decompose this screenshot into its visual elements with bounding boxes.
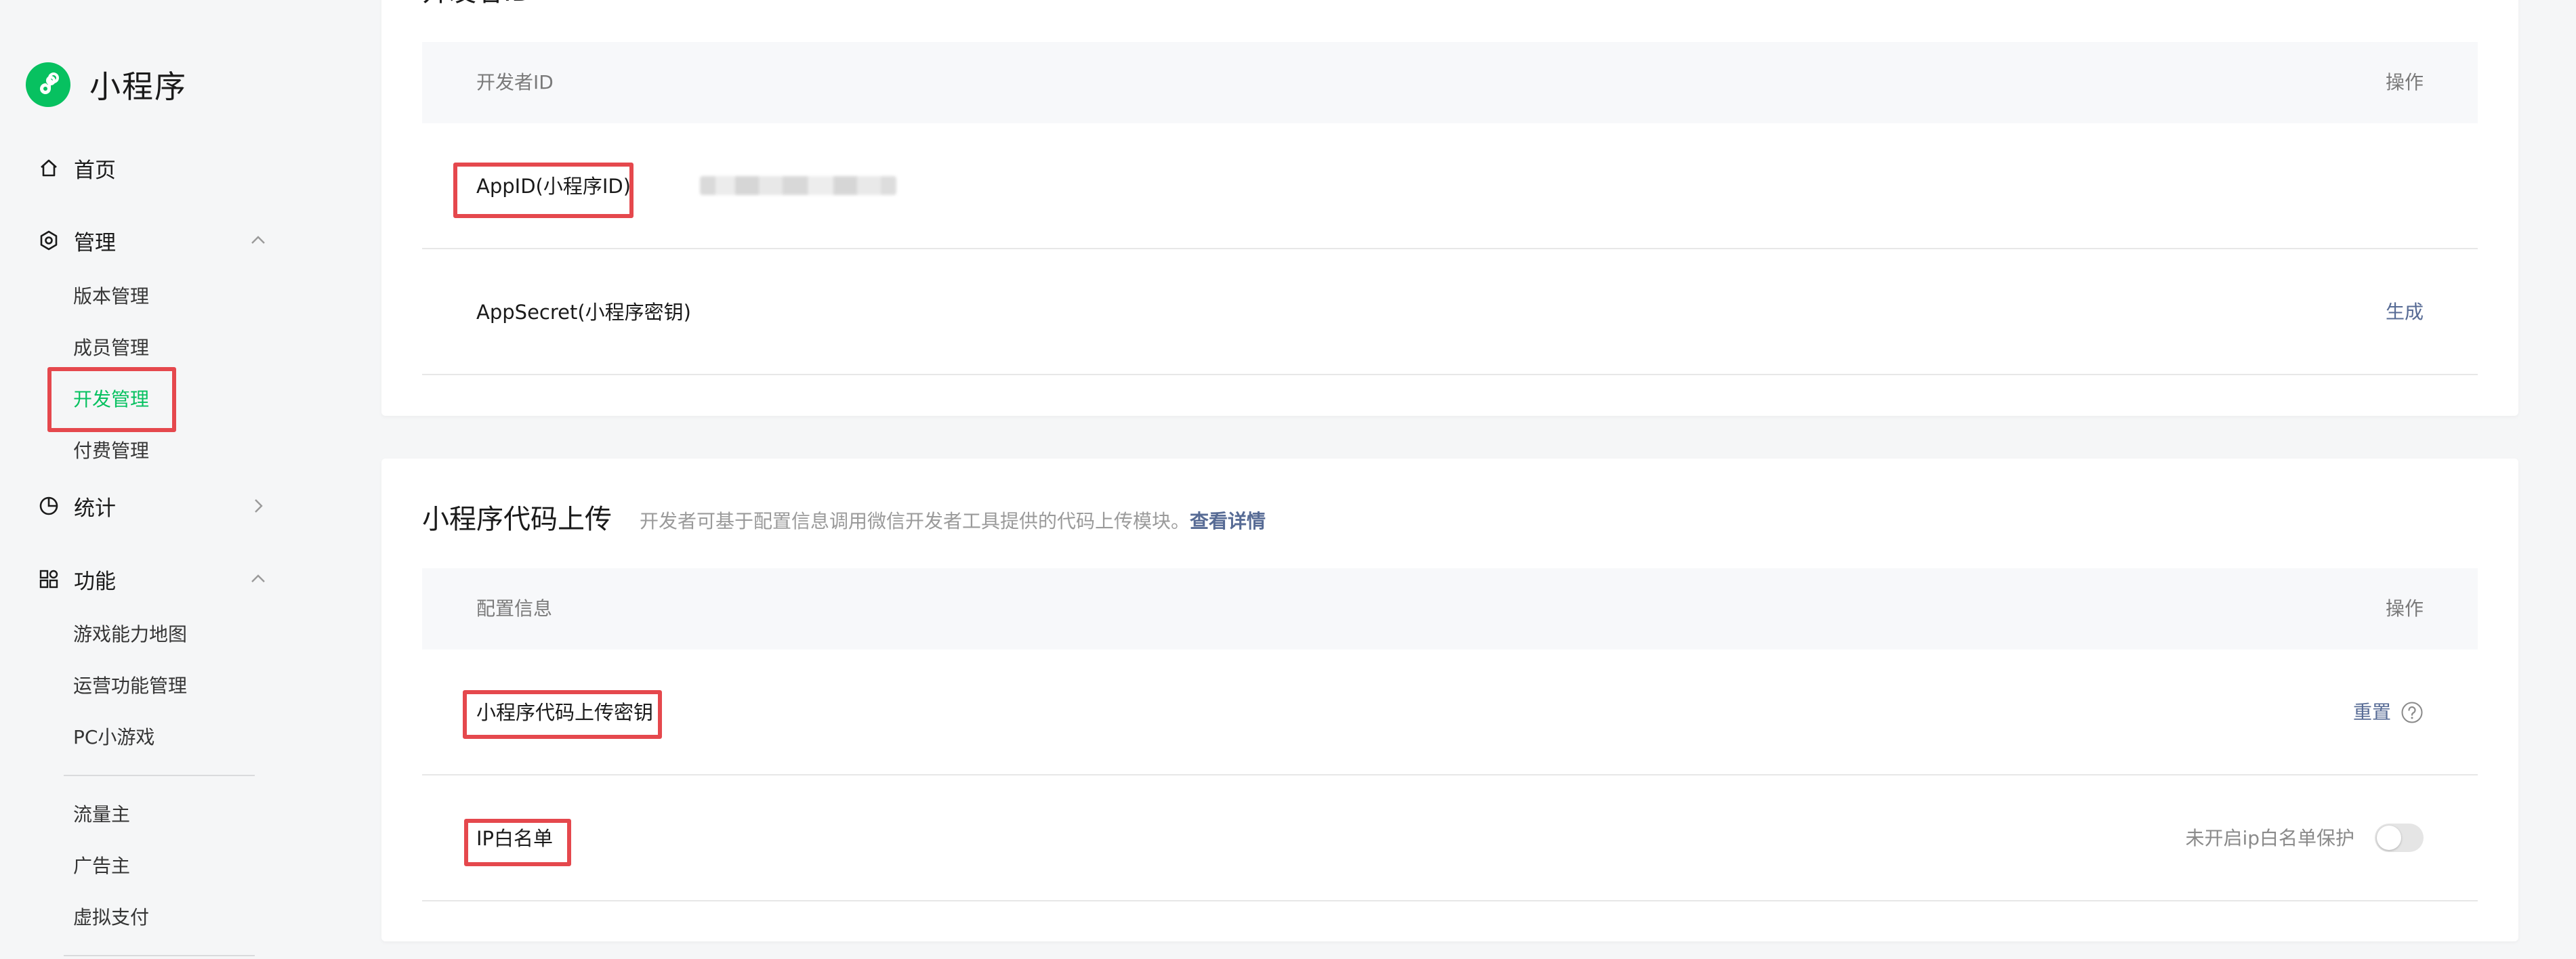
sidebar-item-virtual-pay[interactable]: 虚拟支付 <box>73 901 149 935</box>
toggle-knob <box>2377 826 2401 850</box>
sidebar-item-payment[interactable]: 付费管理 <box>73 434 149 468</box>
table-row-appsecret: AppSecret(小程序密钥) 生成 <box>422 249 2478 375</box>
question-circle-icon[interactable] <box>2401 701 2424 724</box>
sidebar-divider <box>64 775 255 776</box>
sidebar-item-operations[interactable]: 运营功能管理 <box>73 669 187 703</box>
section-title: 开发者ID <box>422 0 533 11</box>
sidebar-item-home[interactable]: 首页 <box>37 148 268 188</box>
column-header: 开发者ID <box>476 71 554 93</box>
column-header: 操作 <box>2385 597 2424 620</box>
sidebar-item-label: 统计 <box>74 496 116 521</box>
sidebar-item-advertiser[interactable]: 广告主 <box>73 849 130 883</box>
table-row-upload-key: 小程序代码上传密钥 重置 <box>422 649 2478 775</box>
appsecret-label: AppSecret(小程序密钥) <box>476 301 691 324</box>
sidebar-group-manage[interactable]: 管理 <box>37 220 268 261</box>
sidebar-item-label: 管理 <box>74 230 116 255</box>
reset-label: 重置 <box>2352 701 2391 723</box>
grid-icon <box>37 568 60 591</box>
section-description: 开发者可基于配置信息调用微信开发者工具提供的代码上传模块。查看详情 <box>640 506 1266 537</box>
app-logo[interactable]: 小程序 <box>26 62 187 107</box>
table-header: 开发者ID 操作 <box>422 42 2478 123</box>
sidebar-divider <box>64 955 255 956</box>
reset-key-button[interactable]: 重置 <box>2353 649 2424 775</box>
sidebar-group-stats[interactable]: 统计 <box>37 486 268 526</box>
sidebar-item-dev-management[interactable]: 开发管理 <box>73 383 149 417</box>
app-title: 小程序 <box>89 68 187 105</box>
ip-whitelist-toggle[interactable] <box>2375 824 2424 852</box>
home-icon <box>37 156 60 179</box>
description-text: 开发者可基于配置信息调用微信开发者工具提供的代码上传模块。 <box>640 510 1190 532</box>
gear-icon <box>37 229 60 252</box>
table-header: 配置信息 操作 <box>422 568 2478 649</box>
appid-value-obscured <box>700 176 896 195</box>
chevron-up-icon <box>249 231 268 250</box>
ip-whitelist-label: IP白名单 <box>476 827 554 850</box>
table-row-ip-whitelist: IP白名单 未开启ip白名单保护 <box>422 775 2478 901</box>
miniprogram-logo-icon <box>26 62 70 107</box>
sidebar-item-pc-game[interactable]: PC小游戏 <box>73 721 154 754</box>
sidebar-item-label: 功能 <box>74 569 116 594</box>
table-row-appid: AppID(小程序ID) <box>422 123 2478 249</box>
pie-chart-icon <box>37 494 60 517</box>
sidebar-item-members[interactable]: 成员管理 <box>73 331 149 365</box>
appid-label: AppID(小程序ID) <box>476 175 631 198</box>
generate-secret-button[interactable]: 生成 <box>2386 249 2424 375</box>
sidebar-item-game-map[interactable]: 游戏能力地图 <box>73 618 187 652</box>
column-header: 操作 <box>2385 71 2424 93</box>
sidebar-group-features[interactable]: 功能 <box>37 559 268 599</box>
view-details-link[interactable]: 查看详情 <box>1190 510 1266 532</box>
chevron-right-icon <box>249 496 268 515</box>
sidebar-item-traffic-owner[interactable]: 流量主 <box>73 798 130 832</box>
upload-config-table: 配置信息 操作 小程序代码上传密钥 重置 IP白名单 未开启ip白名单保护 <box>422 568 2478 901</box>
chevron-up-icon <box>249 570 268 589</box>
code-upload-card: 小程序代码上传 开发者可基于配置信息调用微信开发者工具提供的代码上传模块。查看详… <box>381 459 2518 941</box>
sidebar: 小程序 首页 管理 版本管理 成员管理 开发管理 付费管理 统计 功能 游戏能力… <box>0 0 366 959</box>
sidebar-item-version[interactable]: 版本管理 <box>73 280 149 314</box>
sidebar-item-label: 首页 <box>74 158 116 183</box>
developer-id-table: 开发者ID 操作 AppID(小程序ID) AppSecret(小程序密钥) 生… <box>422 42 2478 375</box>
ip-whitelist-status: 未开启ip白名单保护 <box>2185 827 2354 849</box>
developer-id-card: 开发者ID 开发者ID 操作 AppID(小程序ID) AppSecret(小程… <box>381 0 2518 416</box>
column-header: 配置信息 <box>476 597 553 620</box>
section-title: 小程序代码上传 <box>422 504 612 535</box>
upload-key-label: 小程序代码上传密钥 <box>476 701 654 724</box>
